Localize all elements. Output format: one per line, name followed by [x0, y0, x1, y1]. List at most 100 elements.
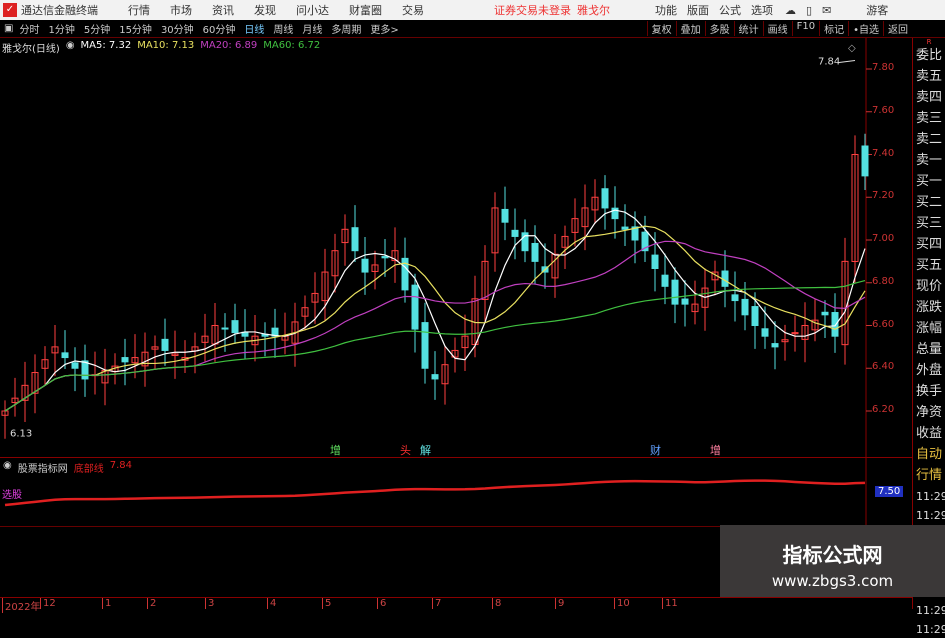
quote-label: 卖四	[916, 90, 943, 105]
quote-label: 买五	[916, 258, 943, 273]
candle-body	[71, 362, 79, 369]
candle-body	[121, 357, 129, 363]
indicator-chart	[4, 458, 867, 528]
signal-marker: 解	[420, 443, 431, 457]
bottom-line	[4, 479, 866, 507]
toolbar-button[interactable]: 返回	[883, 21, 912, 36]
candle-body	[661, 274, 669, 287]
candle-body	[501, 208, 509, 223]
cloud-icon[interactable]: ☁	[785, 4, 796, 17]
date-axis: 2022年 12 1 2 3 4 5 6 7 8 9 10 11	[0, 597, 912, 613]
menu-market[interactable]: 市场	[170, 2, 192, 18]
quote-label: 买三	[916, 216, 943, 231]
candle-body	[681, 298, 689, 305]
menu-hq[interactable]: 行情	[128, 2, 150, 18]
candle-body	[601, 188, 609, 209]
panel-top: R	[926, 38, 932, 46]
indicator-pane: ◉ 股票指标网 底部线 7.84 选股 7.50	[0, 457, 912, 528]
toolbar-button[interactable]: 标记	[819, 21, 848, 36]
candle-body	[831, 312, 839, 337]
app-logo-icon: ✓	[3, 3, 17, 17]
mail-icon[interactable]: ✉	[822, 4, 831, 17]
candle-body	[751, 306, 759, 326]
price-tick: 7.60	[872, 104, 895, 116]
candle-body	[231, 320, 239, 334]
period-tab[interactable]: 1分钟	[48, 21, 74, 36]
quote-label: 买二	[916, 195, 943, 210]
candle-body	[731, 294, 739, 302]
tick-time: 11:29	[916, 623, 945, 636]
period-tab[interactable]: 分时	[19, 21, 39, 36]
period-tab[interactable]: 30分钟	[161, 21, 194, 36]
low-price-label: 6.13	[10, 429, 32, 440]
candle-body	[531, 242, 539, 262]
period-tab[interactable]: 多周期	[331, 21, 361, 36]
quote-label: 卖一	[916, 153, 943, 168]
period-tab[interactable]: 5分钟	[84, 21, 110, 36]
candle-body	[671, 279, 679, 305]
candle-body	[761, 328, 769, 337]
stock-name: 雅戈尔	[577, 4, 610, 17]
candle-body	[771, 343, 779, 348]
month-label: 3	[205, 598, 214, 609]
toolbar-button[interactable]: 复权	[646, 21, 676, 36]
title-bar: ✓ 通达信金融终端 行情 市场 资讯 发现 问小达 财富圈 交易 证券交易未登录…	[0, 0, 945, 20]
menu-trade[interactable]: 交易	[402, 2, 424, 18]
menu-function[interactable]: 功能	[655, 2, 677, 18]
menu-options[interactable]: 选项	[751, 2, 773, 18]
diamond-icon: ◇	[848, 43, 856, 54]
candle-body	[161, 338, 169, 351]
candle-body	[511, 229, 519, 237]
toolbar-button[interactable]: 统计	[733, 21, 763, 36]
candle-body	[61, 352, 69, 359]
price-tick: 6.20	[872, 404, 895, 415]
month-label: 1	[102, 598, 111, 609]
user-label[interactable]: 游客	[866, 2, 888, 18]
month-label: 4	[267, 598, 276, 609]
quote-label: 行情	[916, 468, 943, 483]
candle-body	[741, 298, 749, 316]
login-notice[interactable]: 证券交易未登录	[494, 2, 571, 18]
quote-label: 卖三	[916, 111, 943, 126]
quote-label: 买四	[916, 237, 943, 252]
toolbar-button[interactable]: •自选	[848, 21, 883, 36]
app-title: 通达信金融终端	[21, 4, 98, 17]
candle-body	[351, 227, 359, 252]
quote-label: 自动	[916, 447, 943, 462]
toggle-icon[interactable]: ▣	[4, 23, 13, 34]
period-tab[interactable]: 15分钟	[119, 21, 152, 36]
menu-news[interactable]: 资讯	[212, 2, 234, 18]
menu-layout[interactable]: 版面	[687, 2, 709, 18]
menu-discover[interactable]: 发现	[254, 2, 276, 18]
menu-ask[interactable]: 问小达	[296, 2, 329, 18]
watermark-url: www.zbgs3.com	[771, 572, 894, 590]
month-label: 6	[377, 598, 386, 609]
period-tab[interactable]: 日线	[244, 21, 264, 36]
signal-marker: 增	[330, 443, 341, 457]
period-tab[interactable]: 月线	[302, 21, 322, 36]
quote-label: 净资	[916, 405, 943, 420]
toolbar-button[interactable]: 多股	[704, 21, 734, 36]
quote-label: 卖二	[916, 132, 943, 147]
month-label: 8	[492, 598, 501, 609]
candle-body	[651, 254, 659, 270]
month-label: 5	[322, 598, 331, 609]
toolbar-button[interactable]: 画线	[762, 21, 792, 36]
toolbar-button[interactable]: F10	[791, 21, 819, 36]
quote-panel: R 委比 卖五 卖四 卖三 卖二 卖一 买一 买二 买三 买四 买五 现价 涨跌 涨幅 总量 外盘 换手 净资 收益…	[912, 38, 945, 636]
period-tab[interactable]: 更多>	[370, 21, 398, 36]
phone-icon[interactable]: ▯	[806, 4, 812, 17]
signal-marker: 财	[650, 443, 661, 457]
price-chart[interactable]: 7.84 6.13 ◇ 增 头解 财 增	[0, 38, 912, 457]
period-tab[interactable]: 周线	[273, 21, 293, 36]
watermark-title: 指标公式网	[782, 543, 883, 567]
price-tick: 7.00	[872, 233, 895, 244]
toolbar-button[interactable]: 叠加	[675, 21, 705, 36]
candle-body	[861, 145, 869, 177]
menu-formula[interactable]: 公式	[719, 2, 741, 18]
candle-body	[221, 327, 229, 330]
tick-time: 11:29	[916, 604, 945, 617]
period-tab[interactable]: 60分钟	[203, 21, 236, 36]
quote-label: 换手	[916, 384, 943, 399]
menu-wealth[interactable]: 财富圈	[349, 2, 382, 18]
